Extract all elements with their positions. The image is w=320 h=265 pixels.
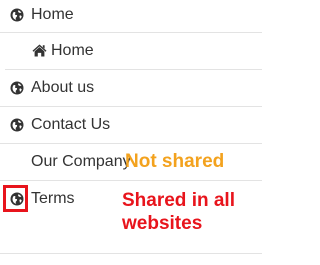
menu-item-home-sub[interactable]: Home bbox=[0, 33, 262, 69]
home-icon bbox=[32, 44, 47, 58]
menu-item-label: Terms bbox=[31, 190, 75, 207]
highlight-box bbox=[3, 185, 28, 212]
globe-icon bbox=[10, 118, 24, 132]
globe-icon bbox=[10, 8, 24, 22]
shared-annotation-line1: Shared in all bbox=[122, 190, 235, 211]
menu-item-label: Our Company bbox=[31, 153, 131, 170]
globe-icon bbox=[10, 81, 24, 95]
menu-item-contact-us[interactable]: Contact Us bbox=[0, 107, 262, 143]
navigation-menu: Home Home About us Contact Us Our Compan… bbox=[0, 0, 262, 265]
menu-item-label: Home bbox=[31, 6, 74, 23]
menu-item-label: About us bbox=[31, 79, 95, 96]
not-shared-annotation: Not shared bbox=[125, 151, 225, 172]
menu-item-home[interactable]: Home bbox=[0, 0, 262, 33]
shared-annotation-line2: websites bbox=[122, 213, 203, 234]
menu-item-label: Contact Us bbox=[31, 116, 111, 133]
menu-item-label: Home bbox=[51, 42, 94, 59]
menu-item-about-us[interactable]: About us bbox=[0, 70, 262, 106]
divider bbox=[0, 253, 262, 254]
